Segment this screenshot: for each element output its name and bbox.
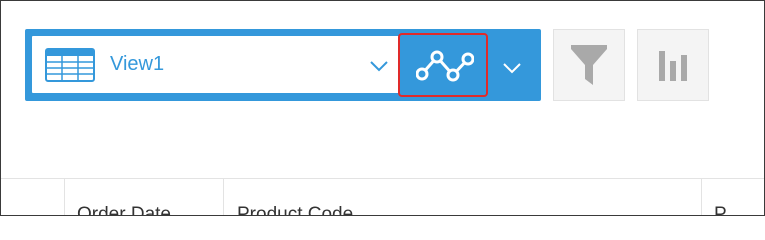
graph-button[interactable] — [398, 33, 488, 97]
chart-button[interactable] — [637, 29, 709, 101]
funnel-icon — [571, 45, 607, 85]
view-name: View1 — [110, 53, 165, 75]
column-header-order-date[interactable]: Order Date — [77, 204, 171, 215]
column-header-partial[interactable]: P — [714, 204, 727, 215]
column-separator — [223, 179, 224, 215]
graph-menu-chevron-icon[interactable] — [502, 62, 522, 74]
line-graph-icon — [416, 50, 474, 82]
column-separator — [64, 179, 65, 215]
view-toolbar: View1 — [25, 29, 541, 101]
column-separator — [701, 179, 702, 215]
table-icon — [45, 48, 95, 82]
bar-chart-icon — [659, 51, 687, 81]
column-header-product-code[interactable]: Product Code — [237, 204, 353, 215]
chevron-down-icon[interactable] — [369, 60, 389, 72]
table-header-border — [1, 178, 764, 179]
view-selector[interactable]: View1 — [32, 36, 417, 93]
filter-button[interactable] — [553, 29, 625, 101]
app-frame: View1 Order Date Product Code P — [0, 0, 765, 216]
